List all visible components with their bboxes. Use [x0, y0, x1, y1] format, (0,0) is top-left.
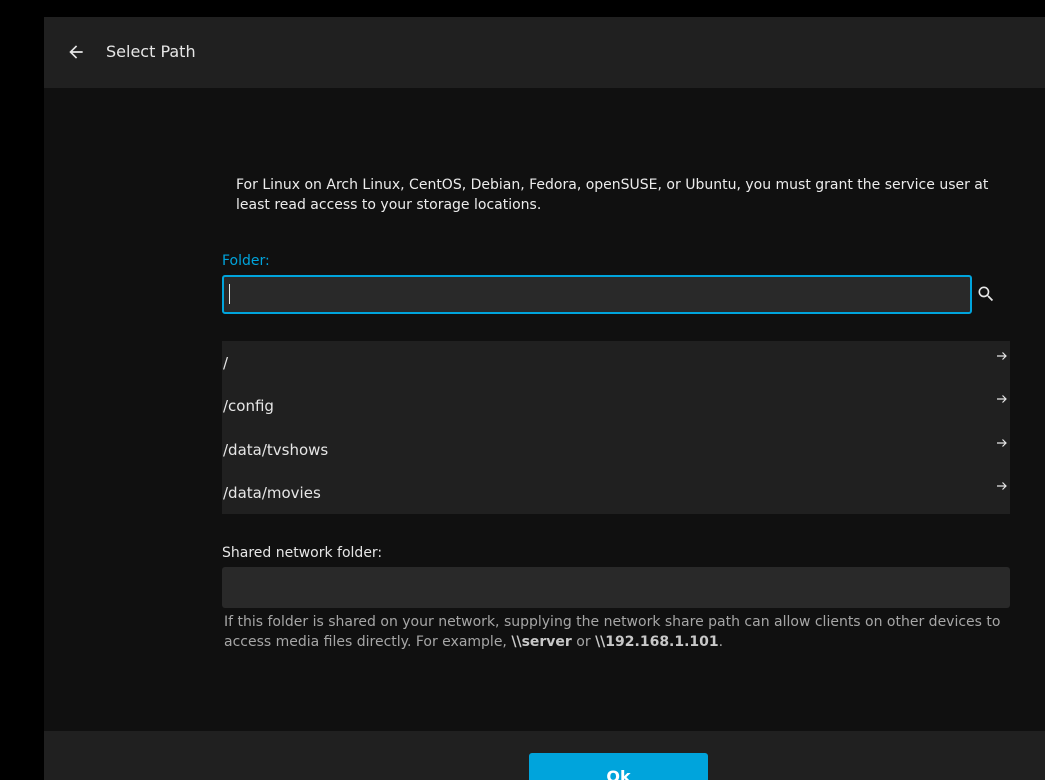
dialog-header: Select Path: [44, 17, 1045, 88]
help-text-after: .: [718, 634, 724, 650]
ok-button[interactable]: Ok: [529, 753, 708, 780]
permissions-instructions: For Linux on Arch Linux, CentOS, Debian,…: [236, 177, 989, 213]
directory-label: /: [223, 354, 229, 372]
back-button[interactable]: [62, 38, 90, 66]
example-server-path: \\server: [511, 634, 572, 650]
arrow-forward-icon: [997, 481, 1007, 490]
network-share-help: If this folder is shared on your network…: [224, 612, 1014, 652]
folder-input[interactable]: [222, 275, 972, 314]
directory-item-config[interactable]: /config: [222, 384, 1010, 427]
arrow-forward-icon: [997, 395, 1007, 404]
search-button[interactable]: [972, 280, 1000, 308]
help-text-or: or: [571, 634, 596, 650]
arrow-back-icon: [69, 45, 83, 59]
text-caret: [229, 284, 230, 304]
network-share-input[interactable]: [222, 567, 1010, 608]
arrow-forward-icon: [997, 438, 1007, 447]
search-icon: [978, 286, 994, 302]
directory-label: /data/tvshows: [223, 440, 329, 459]
arrow-forward-icon: [997, 352, 1007, 360]
dialog-body: For Linux on Arch Linux, CentOS, Debian,…: [44, 88, 1045, 731]
directory-item-root[interactable]: /: [222, 341, 1010, 384]
example-ip-path: \\192.168.1.101: [595, 634, 719, 650]
directory-list: / /config /data/tvshows /data/movies: [222, 341, 1010, 514]
network-share-label: Shared network folder:: [222, 545, 383, 561]
directory-label: /data/movies: [223, 483, 321, 502]
select-path-dialog: Select Path For Linux on Arch Linux, Cen…: [44, 17, 1045, 780]
dialog-title: Select Path: [106, 42, 196, 61]
folder-label: Folder:: [222, 253, 270, 269]
dialog-footer: Ok: [44, 731, 1045, 780]
directory-label: /config: [223, 397, 274, 416]
directory-item-tvshows[interactable]: /data/tvshows: [222, 428, 1010, 471]
directory-item-movies[interactable]: /data/movies: [222, 471, 1010, 514]
